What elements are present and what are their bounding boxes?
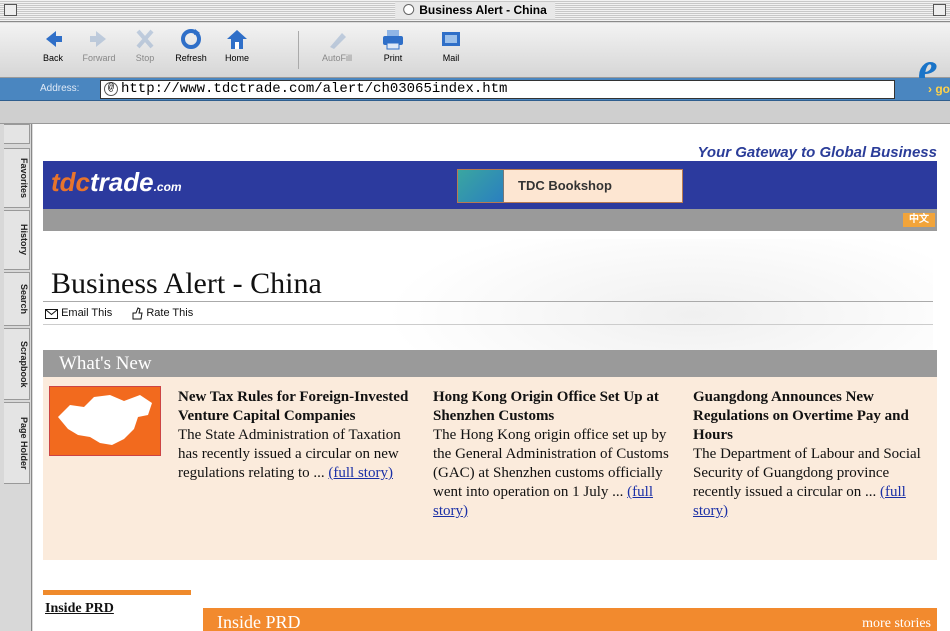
stop-icon [132, 27, 158, 51]
rate-this-link[interactable]: Rate This [131, 307, 194, 320]
sidebar-tab-history[interactable]: History [4, 210, 30, 270]
email-this-link[interactable]: Email This [45, 307, 113, 320]
story-2-headline[interactable]: Hong Kong Origin Office Set Up at Shenzh… [433, 388, 673, 426]
home-icon [224, 27, 250, 51]
page-actions: Email This Rate This [45, 307, 193, 320]
story-3: Guangdong Announces New Regulations on O… [693, 388, 929, 521]
chinese-version-button[interactable]: 中文 [903, 213, 935, 227]
mail-icon [438, 27, 464, 51]
refresh-icon [178, 27, 204, 51]
home-button[interactable]: Home [212, 27, 262, 63]
story-3-headline[interactable]: Guangdong Announces New Regulations on O… [693, 388, 929, 445]
inside-prd-nav: Inside PRD [43, 590, 191, 631]
title-divider [43, 301, 933, 302]
explorer-sidebar: Favorites History Search Scrapbook Page … [0, 124, 32, 631]
whats-new-bar: What's New [43, 350, 937, 377]
story-1: New Tax Rules for Foreign-Invested Ventu… [178, 388, 418, 483]
page-content: Your Gateway to Global Business tdctrade… [33, 124, 950, 631]
print-icon [380, 27, 406, 51]
home-label: Home [224, 53, 249, 63]
browser-window: Business Alert - China Back Forward Stop… [0, 0, 950, 631]
whats-new-heading: What's New [59, 353, 152, 374]
sidebar-tab-favorites[interactable]: Favorites [4, 148, 30, 208]
go-button[interactable]: › go [928, 82, 950, 96]
inside-prd-header: Inside PRD more stories [203, 608, 937, 631]
autofill-button[interactable]: AutoFill [312, 27, 362, 63]
story-1-headline[interactable]: New Tax Rules for Foreign-Invested Ventu… [178, 388, 418, 426]
window-title-text: Business Alert - China [419, 3, 547, 17]
site-icon: @ [104, 82, 118, 96]
address-bar: Address: @ http://www.tdctrade.com/alert… [0, 78, 950, 101]
window-title: Business Alert - China [395, 2, 555, 19]
email-this-label: Email This [61, 307, 113, 320]
page-title: Business Alert - China [51, 267, 322, 300]
print-label: Print [383, 53, 403, 63]
story-2: Hong Kong Origin Office Set Up at Shenzh… [433, 388, 673, 521]
rate-this-label: Rate This [146, 307, 194, 320]
toolbar: Back Forward Stop Refresh Home AutoFill … [0, 23, 950, 91]
stop-button[interactable]: Stop [120, 27, 170, 63]
mail-label: Mail [442, 53, 460, 63]
tagline: Your Gateway to Global Business [697, 144, 937, 161]
actions-divider [43, 324, 933, 325]
china-map-icon [58, 395, 152, 445]
refresh-label: Refresh [175, 53, 207, 63]
sidebar-tab-scrapbook[interactable]: Scrapbook [4, 328, 30, 400]
envelope-icon [45, 308, 58, 319]
story-1-full-story-link[interactable]: (full story) [328, 465, 393, 481]
logo-com: .com [153, 180, 182, 194]
forward-button[interactable]: Forward [74, 27, 124, 63]
logo-trade: trade [90, 167, 154, 197]
logo-tdc: tdc [51, 167, 90, 197]
sidebar-toggle-icon[interactable] [4, 124, 30, 144]
address-label: Address: [40, 83, 80, 94]
collapse-box-icon[interactable] [933, 4, 946, 16]
inside-prd-nav-link[interactable]: Inside PRD [45, 601, 114, 617]
tdctrade-logo[interactable]: tdctrade.com [51, 167, 182, 198]
address-url: http://www.tdctrade.com/alert/ch03065ind… [121, 81, 508, 97]
autofill-label: AutoFill [321, 53, 352, 63]
forward-label: Forward [82, 53, 116, 63]
close-box-icon[interactable] [4, 4, 17, 16]
sidebar-tab-page-holder[interactable]: Page Holder [4, 402, 30, 484]
refresh-button[interactable]: Refresh [166, 27, 216, 63]
bookshop-banner[interactable]: TDC Bookshop [457, 169, 683, 203]
china-map-image [49, 386, 161, 456]
toolbar-strip [0, 101, 950, 124]
header-gray-bar: 中文 [43, 209, 937, 231]
page-icon [403, 4, 415, 15]
more-stories-link[interactable]: more stories [862, 616, 931, 631]
forward-arrow-icon [86, 27, 112, 51]
title-bar[interactable]: Business Alert - China [0, 0, 950, 22]
header-banner: tdctrade.com TDC Bookshop [43, 161, 937, 209]
thumb-icon [132, 307, 143, 320]
inside-prd-title: Inside PRD [217, 612, 301, 631]
whats-new-section: What's New New Tax Rules for Foreign-Inv… [43, 350, 937, 560]
sidebar-tab-search[interactable]: Search [4, 272, 30, 326]
back-label: Back [42, 53, 63, 63]
stop-label: Stop [135, 53, 155, 63]
toolbar-divider [298, 31, 299, 69]
bookshop-label: TDC Bookshop [518, 178, 612, 193]
go-label: go [935, 82, 950, 96]
book-icon [458, 170, 504, 202]
mail-button[interactable]: Mail [426, 27, 476, 63]
address-input[interactable]: @ http://www.tdctrade.com/alert/ch03065i… [100, 80, 895, 99]
back-button[interactable]: Back [28, 27, 78, 63]
autofill-icon [324, 27, 350, 51]
back-arrow-icon [40, 27, 66, 51]
site-header: Your Gateway to Global Business tdctrade… [43, 136, 937, 246]
print-button[interactable]: Print [368, 27, 418, 63]
